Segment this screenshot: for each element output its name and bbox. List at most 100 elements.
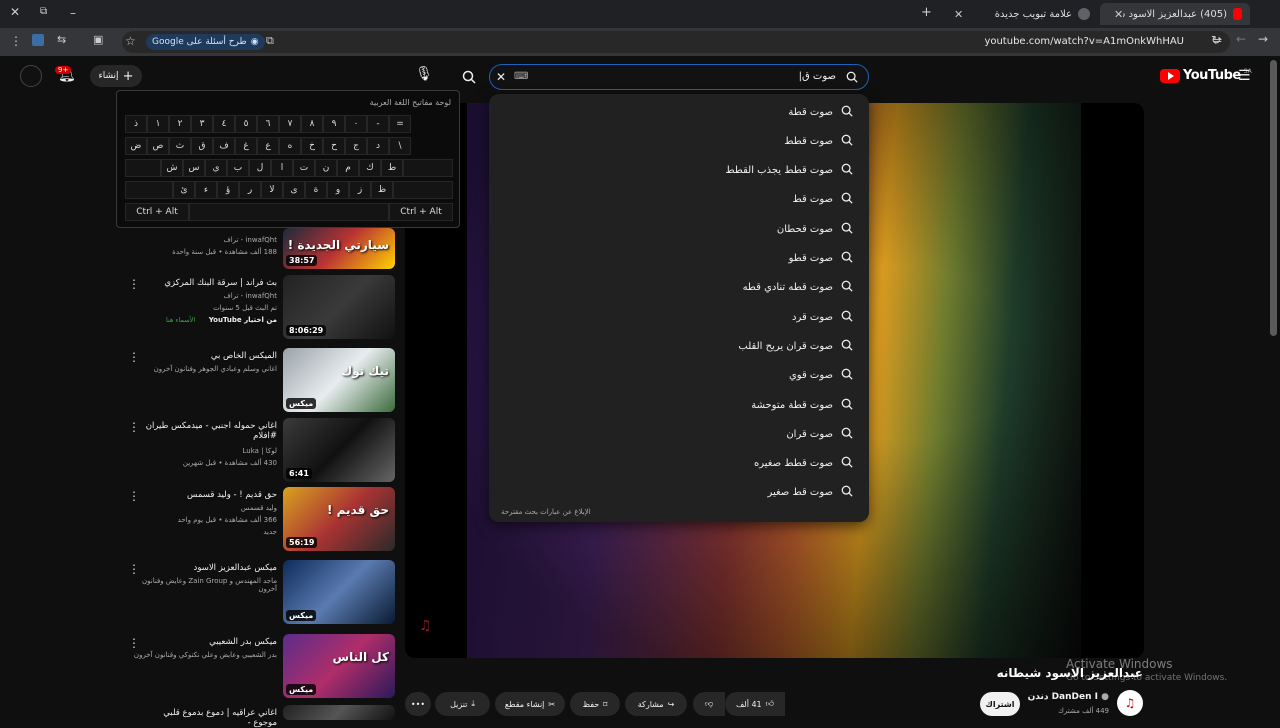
keyboard-key[interactable]: س: [183, 159, 205, 177]
keyboard-key[interactable]: ف: [213, 137, 235, 155]
related-video-title[interactable]: الميكس الخاص بي: [137, 351, 277, 361]
more-actions-button[interactable]: •••: [405, 692, 431, 716]
keyboard-key[interactable]: ث: [169, 137, 191, 155]
related-video-title[interactable]: ميكس عبدالعزيز الاسود: [137, 563, 277, 573]
more-options-icon[interactable]: ⋮: [128, 636, 140, 650]
close-tab-icon[interactable]: ✕: [954, 8, 963, 21]
keyboard-key[interactable]: ض: [125, 137, 147, 155]
search-button[interactable]: [450, 64, 488, 90]
keyboard-key[interactable]: لا: [261, 181, 283, 199]
download-button[interactable]: ⤓ تنزيل: [435, 692, 490, 716]
related-video-title[interactable]: ميكس بدر الشعيبي: [137, 637, 277, 647]
keyboard-key[interactable]: ج: [345, 137, 367, 155]
puzzle-icon[interactable]: ▣: [93, 33, 103, 46]
keyboard-key[interactable]: ت: [293, 159, 315, 177]
dislike-button[interactable]: 👎︎: [693, 692, 725, 716]
video-thumbnail[interactable]: تيك توك ميكس: [283, 348, 395, 412]
keyboard-key[interactable]: \: [389, 137, 411, 155]
related-video-title[interactable]: بث فراند | سرقة البنك المركزي: [137, 278, 277, 288]
video-thumbnail[interactable]: [283, 705, 395, 720]
keyboard-key[interactable]: ط: [381, 159, 403, 177]
search-suggestion-item[interactable]: صوت قطط يجذب القطط: [725, 160, 853, 182]
search-suggestion-item[interactable]: صوت قران يريح القلب: [738, 335, 853, 357]
keyboard-key[interactable]: ن: [315, 159, 337, 177]
share-button[interactable]: ↪ مشاركة: [625, 692, 687, 716]
search-suggestion-item[interactable]: صوت قوي: [789, 365, 853, 387]
keyboard-key[interactable]: ٥: [235, 115, 257, 133]
keyboard-key[interactable]: ٩: [323, 115, 345, 133]
search-suggestion-item[interactable]: صوت قط: [792, 189, 853, 211]
ctrl-alt-key-right[interactable]: Ctrl + Alt: [389, 203, 453, 221]
search-suggestion-item[interactable]: صوت قطو: [789, 248, 853, 270]
restore-icon[interactable]: ⧉: [40, 6, 47, 17]
keyboard-key[interactable]: ز: [349, 181, 371, 199]
related-channel-name[interactable]: inwafQht - تراف: [127, 292, 277, 300]
keyboard-key[interactable]: ء: [195, 181, 217, 199]
minimize-icon[interactable]: –: [70, 6, 76, 20]
address-bar[interactable]: ☆ ⧉ youtube.com/watch?v=A1mOnkWhHAU ⇌: [122, 31, 1230, 53]
shift-key-right[interactable]: [393, 181, 453, 199]
video-thumbnail[interactable]: 8:06:29: [283, 275, 395, 339]
shift-key[interactable]: [125, 181, 173, 199]
tab-youtube[interactable]: (405) عبدالعزيز الاسود شيطانه - ✕: [1100, 3, 1250, 25]
keyboard-key[interactable]: ٠: [345, 115, 367, 133]
keyboard-key[interactable]: ر: [239, 181, 261, 199]
keyboard-key[interactable]: ٣: [191, 115, 213, 133]
save-button[interactable]: ⌑ حفظ: [570, 692, 620, 716]
report-suggestions-link[interactable]: الإبلاغ عن عبارات بحث مقترحة: [501, 508, 591, 516]
search-input[interactable]: ✕ ⌨ صوت ق|: [489, 64, 869, 90]
search-suggestion-item[interactable]: صوت قطة متوحشة: [751, 394, 853, 416]
related-video-title[interactable]: اغاني حموله اجنبي - ميدمكس طيران #افلام: [137, 421, 277, 441]
video-thumbnail[interactable]: ميكس: [283, 560, 395, 624]
ask-google-button[interactable]: ◉ طرح أسئلة على Google: [146, 34, 265, 50]
video-thumbnail[interactable]: كل الناس ميكس: [283, 634, 395, 698]
shift-key[interactable]: [125, 159, 161, 177]
close-tab-icon[interactable]: ✕: [1114, 8, 1123, 21]
search-suggestion-item[interactable]: صوت قطة: [788, 101, 853, 123]
keyboard-key[interactable]: ع: [257, 137, 279, 155]
keyboard-key[interactable]: ة: [305, 181, 327, 199]
keyboard-key[interactable]: ا: [271, 159, 293, 177]
keyboard-key[interactable]: ئ: [173, 181, 195, 199]
more-options-icon[interactable]: ⋮: [128, 420, 140, 434]
keyboard-key[interactable]: ١: [147, 115, 169, 133]
keyboard-key[interactable]: ح: [323, 137, 345, 155]
guide-menu-icon[interactable]: ☰: [1238, 68, 1251, 84]
voice-search-icon[interactable]: 🎙︎: [414, 66, 434, 88]
search-suggestion-item[interactable]: صوت قطه تنادي قطه: [743, 277, 853, 299]
channel-name[interactable]: ● DanDen I دندن: [1028, 692, 1109, 702]
keyboard-key[interactable]: غ: [235, 137, 257, 155]
keyboard-key[interactable]: ٢: [169, 115, 191, 133]
keyboard-key[interactable]: ك: [359, 159, 381, 177]
keyboard-key[interactable]: م: [337, 159, 359, 177]
keyboard-key[interactable]: ص: [147, 137, 169, 155]
space-key[interactable]: [189, 203, 389, 221]
new-tab-icon[interactable]: +: [921, 5, 932, 20]
search-suggestion-item[interactable]: صوت قحطان: [777, 218, 853, 240]
search-suggestion-item[interactable]: صوت قرد: [792, 306, 853, 328]
more-options-icon[interactable]: ⋮: [128, 562, 140, 576]
keyboard-key[interactable]: ش: [161, 159, 183, 177]
page-scrollbar[interactable]: [1270, 60, 1277, 336]
tab-new-tab[interactable]: علامة تبويب جديدة ✕: [940, 3, 1098, 25]
back-icon[interactable]: ←: [1236, 32, 1246, 46]
search-suggestion-item[interactable]: صوت قران: [786, 423, 853, 445]
related-video-title[interactable]: اغاني عراقيه | دموع بدموع قلبي موجوع -: [137, 708, 277, 728]
create-button[interactable]: + إنشاء: [90, 65, 142, 87]
like-button[interactable]: 👍︎ 41 ألف: [725, 692, 785, 716]
more-options-icon[interactable]: ⋮: [128, 489, 140, 503]
close-window-icon[interactable]: ✕: [10, 5, 20, 19]
keyboard-icon[interactable]: ⌨: [514, 71, 528, 82]
keyboard-key[interactable]: و: [327, 181, 349, 199]
keyboard-key[interactable]: ظ: [371, 181, 393, 199]
keyboard-key[interactable]: ب: [227, 159, 249, 177]
clear-search-icon[interactable]: ✕: [496, 70, 506, 84]
clip-button[interactable]: ✂ إنشاء مقطع: [495, 692, 565, 716]
related-channel-name[interactable]: inwafQht - تراف: [127, 236, 277, 244]
keyboard-key[interactable]: د: [367, 137, 389, 155]
account-avatar[interactable]: [20, 65, 42, 87]
related-channel-name[interactable]: وليد قسمس: [127, 504, 277, 512]
search-suggestion-item[interactable]: صوت قط صغير: [767, 482, 853, 504]
keyboard-key[interactable]: ٤: [213, 115, 235, 133]
keyboard-key[interactable]: ٧: [279, 115, 301, 133]
